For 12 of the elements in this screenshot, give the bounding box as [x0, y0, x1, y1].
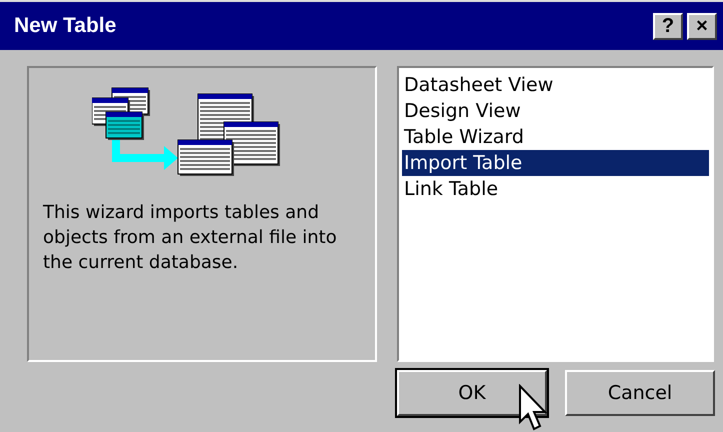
description-text: This wizard imports tables and objects from an external file into the current database. [43, 201, 338, 275]
list-item[interactable]: Design View [402, 98, 709, 124]
list-item[interactable]: Table Wizard [402, 124, 709, 150]
window-title: New Table [14, 13, 116, 40]
close-button[interactable]: × [687, 12, 717, 40]
list-item[interactable]: Import Table [402, 150, 709, 176]
help-button[interactable]: ? [653, 12, 683, 40]
list-item[interactable]: Link Table [402, 176, 709, 202]
list-item[interactable]: Datasheet View [402, 72, 709, 98]
mouse-pointer-icon [518, 384, 548, 432]
ok-button[interactable]: OK [397, 370, 547, 416]
cancel-button[interactable]: Cancel [565, 370, 715, 416]
